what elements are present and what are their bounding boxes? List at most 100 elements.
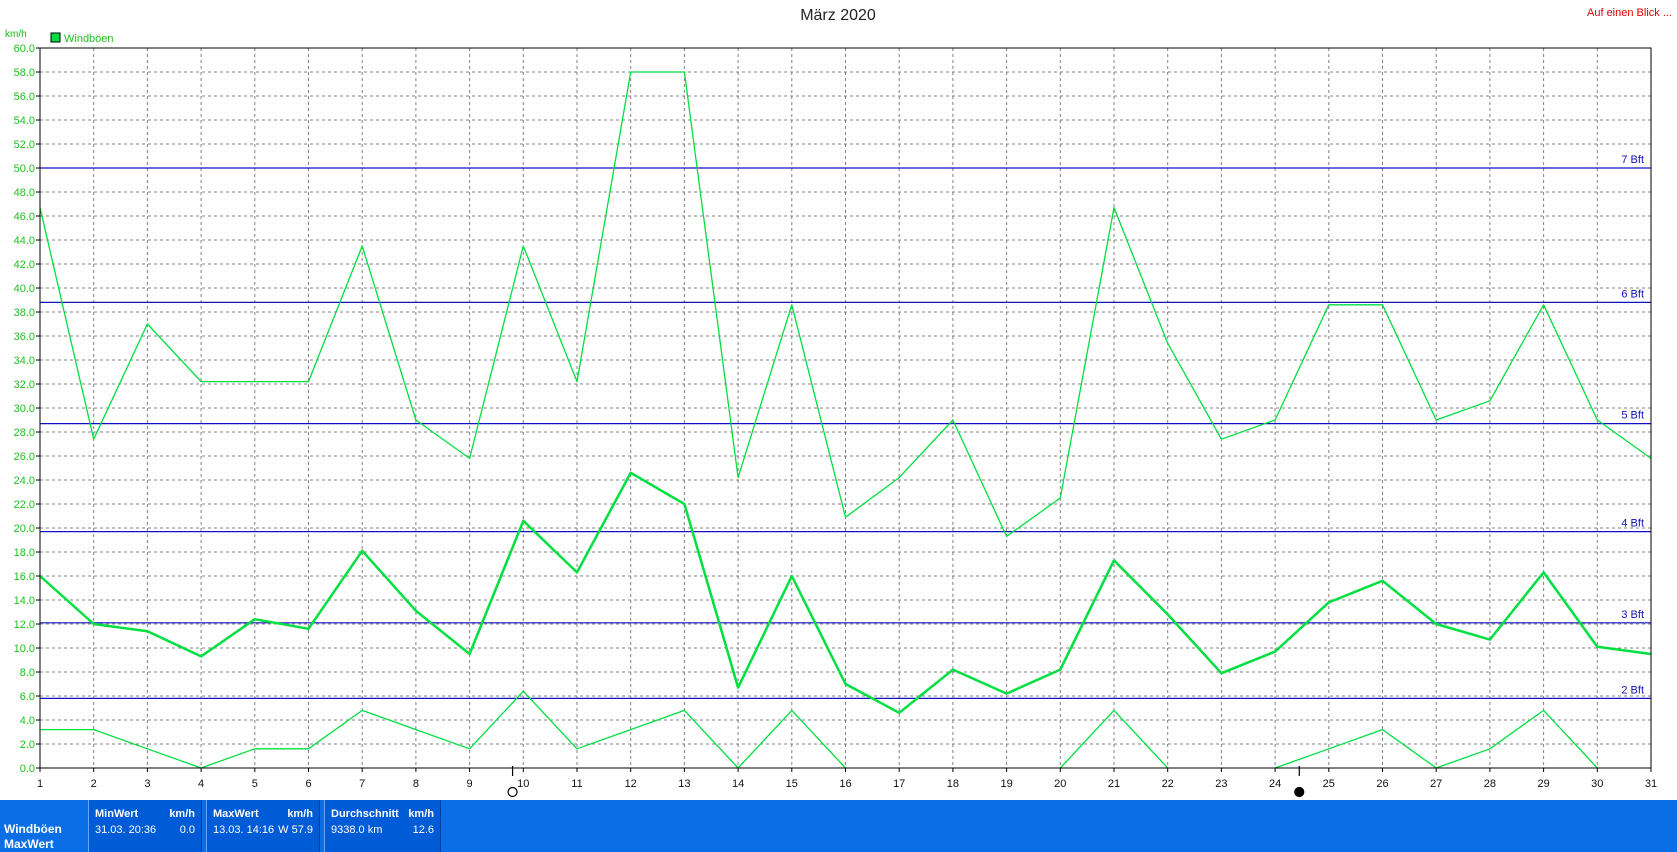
average-panel: Durchschnitt km/h 9338.0 km 12.6 <box>324 800 441 852</box>
y-tick-label: 36.0 <box>14 331 35 343</box>
x-tick-label: 25 <box>1323 778 1335 790</box>
x-tick-label: 21 <box>1108 778 1120 790</box>
beaufort-label: 2 Bft <box>1621 684 1644 696</box>
x-tick-label: 7 <box>359 778 365 790</box>
avg-distance: 9338.0 km <box>331 824 383 836</box>
overview-link[interactable]: Auf einen Blick ... <box>1587 7 1672 19</box>
x-tick-label: 6 <box>305 778 311 790</box>
y-tick-label: 20.0 <box>14 523 35 535</box>
x-tick-label: 1 <box>37 778 43 790</box>
y-tick-label: 26.0 <box>14 451 35 463</box>
chart-title: März 2020 <box>800 7 876 24</box>
x-tick-label: 29 <box>1537 778 1549 790</box>
x-tick-label: 8 <box>413 778 419 790</box>
max-value: W 57.9 <box>278 824 313 836</box>
beaufort-label: 5 Bft <box>1621 410 1644 422</box>
wind-gust-chart: März 2020 km/h Auf einen Blick ... Windb… <box>5 7 1672 798</box>
y-tick-label: 22.0 <box>14 499 35 511</box>
y-tick-label: 32.0 <box>14 379 35 391</box>
beaufort-label: 3 Bft <box>1621 609 1644 621</box>
y-tick-label: 60.0 <box>14 43 35 55</box>
stats-row-label-type: MaxWert <box>4 837 54 851</box>
max-unit: km/h <box>287 808 313 820</box>
full-moon-icon <box>507 786 518 798</box>
avg-header: Durchschnitt <box>331 808 399 820</box>
x-tick-label: 12 <box>625 778 637 790</box>
y-tick-label: 30.0 <box>14 403 35 415</box>
x-tick-label: 31 <box>1645 778 1657 790</box>
y-tick-label: 48.0 <box>14 187 35 199</box>
y-tick-label: 40.0 <box>14 283 35 295</box>
legend-label: Windböen <box>64 33 114 45</box>
y-tick-label: 6.0 <box>20 691 35 703</box>
y-tick-label: 24.0 <box>14 475 35 487</box>
x-tick-label: 14 <box>732 778 744 790</box>
x-tick-label: 28 <box>1484 778 1496 790</box>
x-axis-ticks: 1 2 3 4 5 6 7 8 9 10 11 12 13 14 15 16 17 18 19 20 21 22 23 24 2… <box>37 768 1657 790</box>
x-tick-label: 10 <box>517 778 529 790</box>
beaufort-label: 4 Bft <box>1621 518 1644 530</box>
beaufort-label: 7 Bft <box>1621 154 1644 166</box>
x-tick-label: 23 <box>1215 778 1227 790</box>
x-tick-label: 9 <box>467 778 473 790</box>
y-tick-label: 2.0 <box>20 739 35 751</box>
y-tick-label: 18.0 <box>14 547 35 559</box>
avg-value: 12.6 <box>412 824 434 836</box>
max-value-panel: MaxWert km/h 13.03. 14:16 W 57.9 <box>206 800 320 852</box>
y-tick-label: 0.0 <box>20 763 35 775</box>
x-tick-label: 13 <box>678 778 690 790</box>
x-tick-label: 3 <box>144 778 150 790</box>
x-tick-label: 5 <box>252 778 258 790</box>
y-tick-label: 28.0 <box>14 427 35 439</box>
y-tick-label: 42.0 <box>14 259 35 271</box>
y-tick-label: 10.0 <box>14 643 35 655</box>
y-tick-label: 8.0 <box>20 667 35 679</box>
max-datetime: 13.03. 14:16 <box>213 824 275 836</box>
y-tick-label: 4.0 <box>20 715 35 727</box>
stats-row-label-series: Windböen <box>4 822 62 836</box>
y-tick-label: 12.0 <box>14 619 35 631</box>
avg-unit: km/h <box>408 808 434 820</box>
grid <box>40 48 1651 768</box>
max-header: MaxWert <box>213 808 259 820</box>
series-line-avg <box>39 471 1652 715</box>
x-tick-label: 16 <box>839 778 851 790</box>
min-value-panel: MinWert km/h 31.03. 20:36 0.0 <box>88 800 202 852</box>
min-header: MinWert <box>95 808 139 820</box>
x-tick-label: 30 <box>1591 778 1603 790</box>
statistics-bar: Windböen MaxWert MinWert km/h 31.03. 20:3… <box>0 800 1677 852</box>
y-tick-label: 34.0 <box>14 355 35 367</box>
legend: Windböen <box>50 32 114 45</box>
y-tick-label: 56.0 <box>14 91 35 103</box>
x-tick-label: 22 <box>1162 778 1174 790</box>
x-tick-label: 26 <box>1376 778 1388 790</box>
legend-swatch <box>50 32 61 43</box>
min-datetime: 31.03. 20:36 <box>95 824 157 836</box>
x-tick-label: 18 <box>947 778 959 790</box>
x-tick-label: 27 <box>1430 778 1442 790</box>
x-tick-label: 15 <box>786 778 798 790</box>
y-axis-ticks: 0.0 2.0 4.0 6.0 8.0 10.0 12.0 14.0 16.0 18.0 20.0 2… <box>14 43 40 775</box>
y-tick-label: 50.0 <box>14 163 35 175</box>
stats-row-labels: Windböen MaxWert <box>4 822 62 852</box>
series-line-min <box>40 690 846 769</box>
x-tick-label: 11 <box>571 778 582 790</box>
min-value: 0.0 <box>179 824 195 836</box>
x-tick-label: 19 <box>1000 778 1012 790</box>
y-tick-label: 16.0 <box>14 571 35 583</box>
y-tick-label: 58.0 <box>14 67 35 79</box>
series-line-max <box>39 71 1652 538</box>
x-tick-label: 17 <box>893 778 905 790</box>
y-tick-label: 46.0 <box>14 211 35 223</box>
min-unit: km/h <box>169 808 195 820</box>
beaufort-label: 6 Bft <box>1621 288 1644 300</box>
x-tick-label: 4 <box>198 778 204 790</box>
x-tick-label: 2 <box>91 778 97 790</box>
x-tick-label: 24 <box>1269 778 1281 790</box>
y-tick-label: 52.0 <box>14 139 35 151</box>
y-tick-label: 38.0 <box>14 307 35 319</box>
new-moon-icon <box>1294 786 1305 798</box>
y-tick-label: 44.0 <box>14 235 35 247</box>
y-unit-label: km/h <box>5 29 27 40</box>
y-tick-label: 54.0 <box>14 115 35 127</box>
